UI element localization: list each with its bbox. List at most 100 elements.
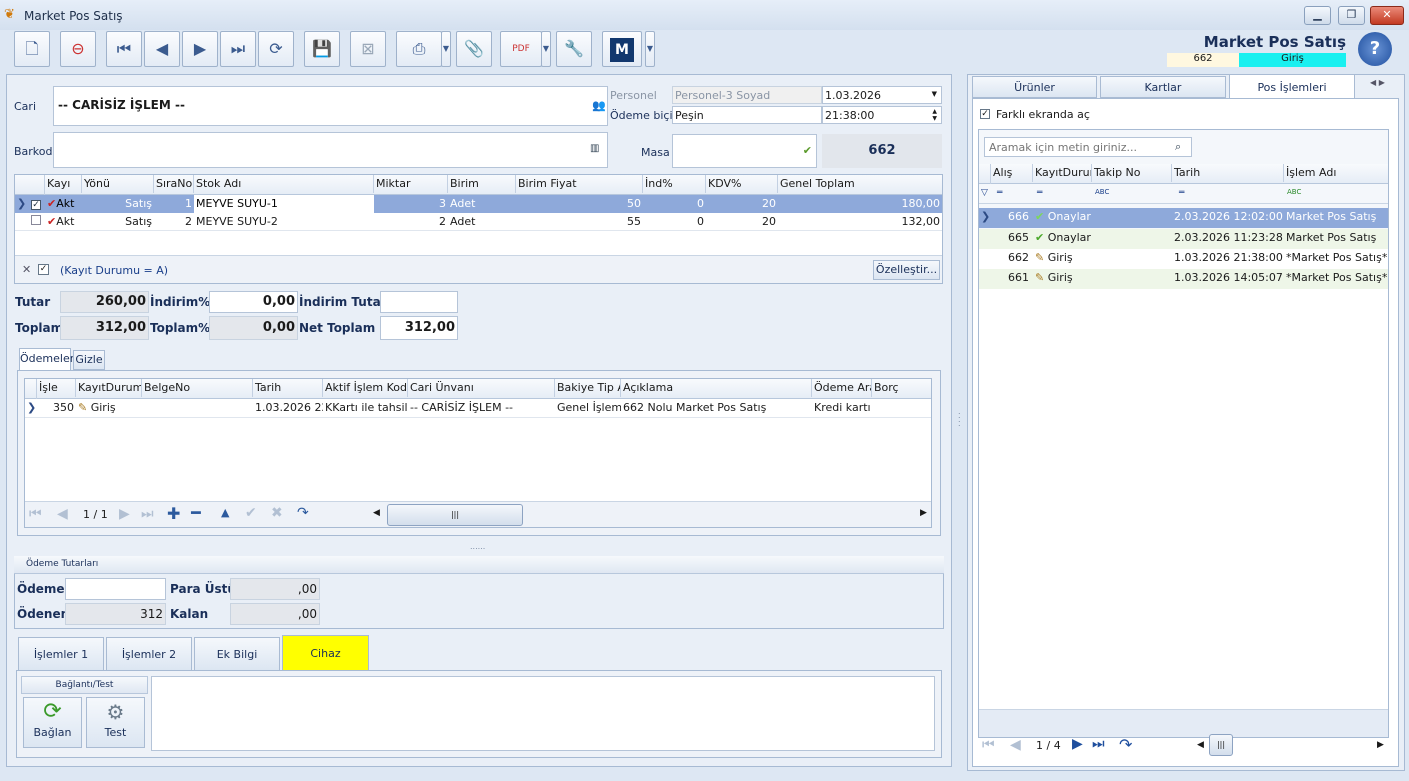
scroll-right-icon[interactable]: ▶ bbox=[920, 508, 927, 518]
col-aktif-islem[interactable]: Aktif İşlem Kodu bbox=[323, 379, 408, 397]
tab-cihaz[interactable]: Cihaz bbox=[282, 635, 369, 671]
barkod-input[interactable]: ▥ bbox=[53, 132, 608, 168]
filter-funnel-icon[interactable]: ▽ bbox=[981, 188, 988, 198]
tab-scroll-icon[interactable]: ◀ ▶ bbox=[1370, 78, 1385, 87]
col-stok-adi[interactable]: Stok Adı bbox=[194, 175, 374, 193]
tab-urunler[interactable]: Ürünler bbox=[972, 76, 1097, 98]
col-bakiye-tip[interactable]: Bakiye Tip Ac bbox=[555, 379, 621, 397]
row-checkbox[interactable] bbox=[29, 213, 43, 231]
col-yonu[interactable]: Yönü bbox=[82, 175, 154, 193]
filter-text-icon[interactable]: ABC bbox=[1095, 188, 1109, 196]
table-row[interactable]: 665 ✔ Onaylar 2.03.2026 11:23:28 Market … bbox=[979, 229, 1388, 249]
col-takip-no[interactable]: Takip No bbox=[1092, 164, 1172, 182]
table-row[interactable]: ❯ 350 ✎ Giriş 1.03.2026 22 KKartı ile ta… bbox=[25, 399, 931, 418]
tab-gizle[interactable]: Gizle bbox=[73, 350, 105, 370]
col-aciklama[interactable]: Açıklama bbox=[621, 379, 812, 397]
maximize-icon[interactable]: ❐ bbox=[1338, 6, 1365, 25]
table-row[interactable]: ❯ 666 ✔ Onaylar 2.03.2026 12:02:00 Marke… bbox=[979, 208, 1388, 228]
tools-icon[interactable]: 🔧 bbox=[556, 31, 592, 67]
col-genel-toplam[interactable]: Genel Toplam bbox=[778, 175, 942, 193]
filter-equals-icon[interactable]: ═ bbox=[997, 188, 1002, 198]
filter-text[interactable]: (Kayıt Durumu = A) bbox=[60, 264, 168, 277]
col-ind[interactable]: İnd% bbox=[643, 175, 706, 193]
close-icon[interactable]: ✕ bbox=[1370, 6, 1404, 25]
tab-pos-islemleri[interactable]: Pos İşlemleri bbox=[1229, 74, 1355, 99]
print-icon[interactable]: ⎙ bbox=[396, 31, 442, 67]
personel-field[interactable]: Personel-3 Soyad bbox=[672, 86, 822, 104]
horizontal-scrollbar-thumb[interactable]: ||| bbox=[1209, 734, 1233, 756]
delete-record-icon[interactable]: ⊖ bbox=[60, 31, 96, 67]
clear-filter-icon[interactable]: ✕ bbox=[22, 263, 31, 276]
table-row[interactable]: 661 ✎ Giriş 1.03.2026 14:05:07 *Market P… bbox=[979, 269, 1388, 289]
save-icon[interactable]: 💾 bbox=[304, 31, 340, 67]
col-sirano[interactable]: SıraNo bbox=[154, 175, 194, 193]
nav-last-icon[interactable]: ⏭ bbox=[1092, 736, 1105, 752]
col-odeme-ara[interactable]: Ödeme Ara bbox=[812, 379, 872, 397]
indirim-tutar-input[interactable] bbox=[380, 291, 458, 313]
table-row[interactable]: ❯ ✓ ✔Akt Satış 1 MEYVE SUYU-1 3 Adet 50 … bbox=[15, 195, 942, 213]
tab-ek-bilgi[interactable]: Ek Bilgi bbox=[194, 637, 280, 671]
col-tarih[interactable]: Tarih bbox=[253, 379, 323, 397]
new-record-icon[interactable]: 🗋 bbox=[14, 31, 50, 67]
scroll-left-icon[interactable]: ◀ bbox=[1197, 740, 1204, 750]
time-spinner[interactable]: 21:38:00 ▲ ▼ bbox=[822, 106, 942, 124]
row-checkbox[interactable]: ✓ bbox=[29, 195, 43, 213]
indirim-input[interactable]: 0,00 bbox=[209, 291, 298, 313]
filter-checkbox[interactable]: ✓ bbox=[38, 264, 49, 275]
col-cari-unvani[interactable]: Cari Ünvanı bbox=[408, 379, 555, 397]
nav-last-icon[interactable]: ⏭ bbox=[141, 506, 154, 522]
col-tarih-right[interactable]: Tarih bbox=[1172, 164, 1284, 182]
col-alis[interactable]: Alış bbox=[991, 164, 1033, 182]
nav-first-icon[interactable]: ⏮ bbox=[982, 737, 995, 753]
nav-remove-icon[interactable]: ━ bbox=[191, 503, 201, 522]
nav-confirm-icon[interactable]: ✔ bbox=[245, 505, 257, 521]
col-miktar[interactable]: Miktar bbox=[374, 175, 448, 193]
scroll-left-icon[interactable]: ◀ bbox=[373, 508, 380, 518]
help-icon[interactable]: ? bbox=[1358, 32, 1392, 66]
col-kayit-durum[interactable]: KayıtDurum bbox=[1033, 164, 1092, 182]
col-birim-fiyat[interactable]: Birim Fiyat bbox=[516, 175, 643, 193]
nav-next-icon[interactable]: ▶ bbox=[1072, 736, 1083, 752]
pdf-export-icon[interactable]: PDF bbox=[500, 31, 542, 67]
check-icon[interactable]: ✔ bbox=[803, 144, 812, 157]
nav-prev-icon[interactable]: ◀ bbox=[1010, 737, 1021, 753]
cell-stok-adi[interactable]: MEYVE SUYU-1 bbox=[194, 195, 374, 213]
barcode-icon[interactable]: ▥ bbox=[590, 143, 599, 154]
horizontal-scrollbar-thumb[interactable]: ||| bbox=[387, 504, 523, 526]
tab-kartlar[interactable]: Kartlar bbox=[1100, 76, 1226, 98]
date-dropdown-icon[interactable]: ▼ bbox=[932, 90, 937, 98]
vertical-splitter-grip[interactable]: .... bbox=[958, 408, 961, 428]
auto-filter-row[interactable]: ▽ ═ ═ ABC ═ ABC bbox=[979, 184, 1388, 204]
col-kayit[interactable]: Kayı bbox=[45, 175, 82, 193]
splitter-grip[interactable]: ...... bbox=[470, 542, 485, 551]
col-birim[interactable]: Birim bbox=[448, 175, 516, 193]
masa-input[interactable]: ✔ bbox=[672, 134, 817, 168]
nav-first-icon[interactable]: ⏮ bbox=[29, 506, 42, 522]
time-spin-icon[interactable]: ▲ ▼ bbox=[932, 108, 937, 122]
m-logo-icon[interactable]: M bbox=[602, 31, 642, 67]
tab-islemler-1[interactable]: İşlemler 1 bbox=[18, 637, 104, 671]
tab-islemler-2[interactable]: İşlemler 2 bbox=[106, 637, 192, 671]
nav-next-icon[interactable]: ▶ bbox=[119, 506, 130, 522]
col-islem-adi[interactable]: İşlem Adı bbox=[1284, 164, 1388, 182]
next-record-icon[interactable]: ▶ bbox=[182, 31, 218, 67]
filter-equals-icon[interactable]: ═ bbox=[1179, 188, 1184, 198]
nav-refresh-icon[interactable]: ↷ bbox=[297, 505, 309, 521]
odeme-input[interactable] bbox=[65, 578, 166, 600]
col-kayit-durumu[interactable]: KayıtDurumu bbox=[76, 379, 142, 397]
pdf-dropdown-icon[interactable]: ▼ bbox=[541, 31, 551, 67]
nav-cancel-icon[interactable]: ✖ bbox=[271, 505, 283, 521]
refresh-icon[interactable]: ⟳ bbox=[258, 31, 294, 67]
connect-button[interactable]: ⟳ Bağlan bbox=[23, 697, 82, 748]
prev-record-icon[interactable]: ◀ bbox=[144, 31, 180, 67]
nav-add-icon[interactable]: ✚ bbox=[167, 504, 180, 523]
nav-refresh-icon[interactable]: ↷ bbox=[1119, 735, 1132, 754]
nav-up-icon[interactable]: ▲ bbox=[221, 506, 229, 519]
cari-field[interactable]: -- CARİSİZ İŞLEM -- 👥 bbox=[53, 86, 608, 126]
customize-button[interactable]: Özelleştir... bbox=[873, 260, 940, 280]
last-record-icon[interactable]: ⏭ bbox=[220, 31, 256, 67]
table-row[interactable]: ✔Akt Satış 2 MEYVE SUYU-2 2 Adet 55 0 20… bbox=[15, 213, 942, 231]
search-input[interactable] bbox=[984, 137, 1192, 157]
m-dropdown-icon[interactable]: ▼ bbox=[645, 31, 655, 67]
print-dropdown-icon[interactable]: ▼ bbox=[441, 31, 451, 67]
